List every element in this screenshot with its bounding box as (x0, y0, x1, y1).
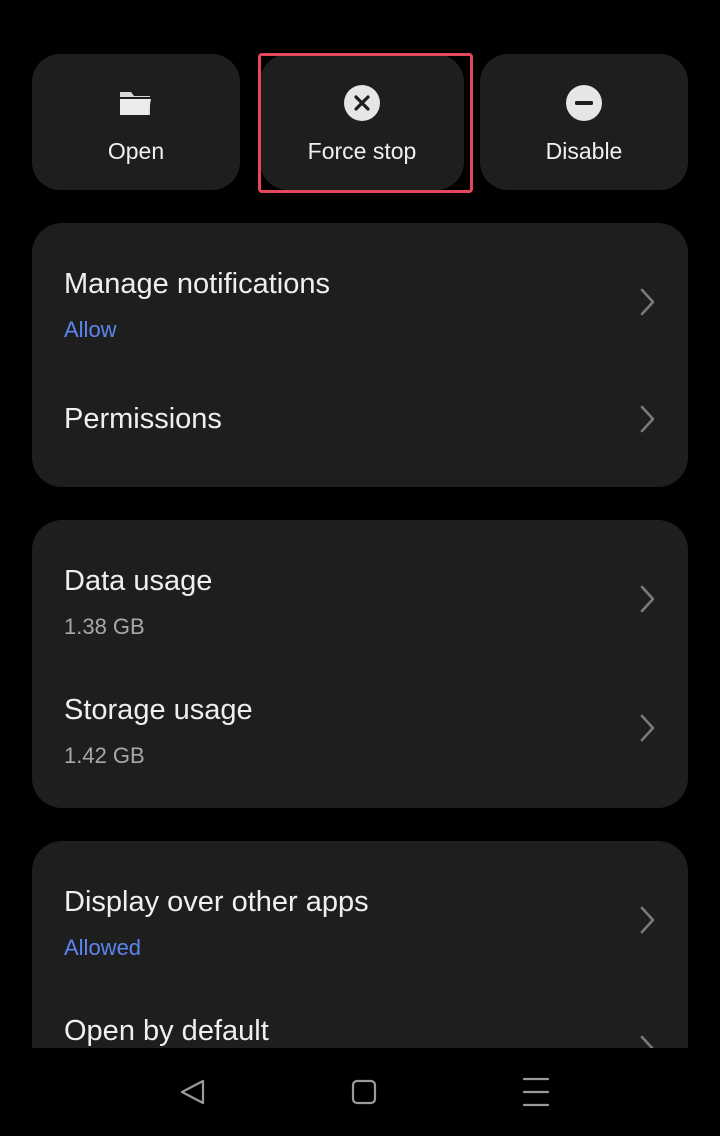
display-over-other-apps-title: Display over other apps (64, 886, 369, 918)
manage-notifications-item[interactable]: Manage notifications Allow (32, 223, 688, 359)
system-navigation-bar (0, 1048, 720, 1136)
open-label: Open (107, 138, 165, 164)
open-by-default-item[interactable]: Open by default (32, 985, 688, 1048)
chevron-right-icon (640, 405, 655, 433)
action-button-row: Open Force stop Disable (32, 54, 688, 190)
data-usage-item[interactable]: Data usage 1.38 GB (32, 520, 688, 664)
manage-notifications-status: Allow (64, 317, 117, 342)
storage-usage-item[interactable]: Storage usage 1.42 GB (32, 664, 688, 808)
home-square-icon[interactable] (342, 1070, 386, 1114)
chevron-right-icon (640, 288, 655, 316)
disable-button[interactable]: Disable (480, 54, 688, 190)
display-over-other-apps-item[interactable]: Display over other apps Allowed (32, 841, 688, 985)
minus-circle-icon (566, 85, 602, 121)
advanced-card: Display over other apps Allowed Open by … (32, 841, 688, 1048)
chevron-right-icon (640, 585, 655, 613)
usage-card: Data usage 1.38 GB Storage usage 1.42 GB (32, 520, 688, 808)
disable-label: Disable (545, 138, 623, 164)
storage-usage-value: 1.42 GB (64, 743, 145, 768)
data-usage-title: Data usage (64, 565, 213, 597)
folder-icon (120, 92, 151, 115)
chevron-right-icon (640, 714, 655, 742)
permissions-title: Permissions (64, 403, 222, 435)
data-usage-value: 1.38 GB (64, 614, 145, 639)
manage-notifications-title: Manage notifications (64, 268, 330, 300)
storage-usage-title: Storage usage (64, 694, 253, 726)
menu-lines-icon[interactable] (514, 1070, 558, 1114)
force-stop-label: Force stop (307, 138, 417, 164)
force-stop-button[interactable]: Force stop (260, 54, 464, 190)
chevron-right-icon (640, 906, 655, 934)
chevron-right-icon (640, 1035, 654, 1048)
open-button[interactable]: Open (32, 54, 240, 190)
close-circle-icon (344, 85, 380, 121)
back-triangle-icon[interactable] (170, 1070, 214, 1114)
open-by-default-title: Open by default (64, 1015, 269, 1047)
notifications-permissions-card: Manage notifications Allow Permissions (32, 223, 688, 487)
display-over-other-apps-status: Allowed (64, 935, 142, 960)
permissions-item[interactable]: Permissions (32, 359, 688, 487)
app-info-scroll-area[interactable]: Open Force stop Disable Manage notificat… (0, 0, 720, 1048)
